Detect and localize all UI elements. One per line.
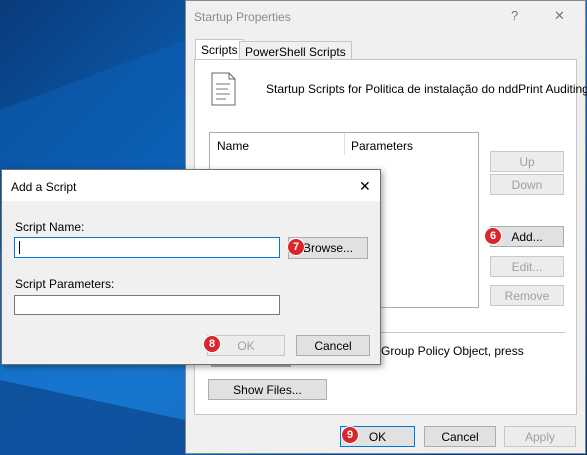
remove-button[interactable]: Remove: [490, 285, 564, 306]
step-badge-6: 6: [484, 227, 502, 245]
add-script-cancel-button[interactable]: Cancel: [296, 335, 370, 356]
script-name-input[interactable]: [14, 237, 280, 258]
column-header-parameters[interactable]: Parameters: [351, 139, 413, 153]
edit-button[interactable]: Edit...: [490, 256, 564, 277]
add-script-title: Add a Script: [11, 180, 77, 194]
help-button[interactable]: ?: [511, 8, 518, 23]
scripts-heading: Startup Scripts for Politica de instalaç…: [266, 82, 587, 96]
tab-powershell-scripts[interactable]: PowerShell Scripts: [239, 41, 352, 60]
column-divider: [344, 133, 345, 155]
info-text: Group Policy Object, press: [381, 344, 524, 358]
add-script-close-icon[interactable]: ✕: [359, 178, 371, 195]
add-script-dialog: Add a Script ✕ Script Name: Browse... Sc…: [1, 169, 381, 365]
script-parameters-label: Script Parameters:: [15, 277, 115, 291]
column-header-name[interactable]: Name: [217, 139, 249, 153]
text-cursor: [19, 241, 20, 254]
cancel-button[interactable]: Cancel: [424, 426, 496, 447]
script-name-label: Script Name:: [15, 220, 85, 234]
close-icon[interactable]: ✕: [554, 8, 565, 24]
script-parameters-input[interactable]: [14, 295, 280, 315]
tab-scripts-label: Scripts: [201, 43, 238, 57]
up-button[interactable]: Up: [490, 151, 564, 172]
tab-powershell-label: PowerShell Scripts: [245, 45, 346, 59]
apply-button[interactable]: Apply: [504, 426, 576, 447]
step-badge-7: 7: [287, 238, 305, 256]
step-badge-9: 9: [341, 426, 359, 444]
down-button[interactable]: Down: [490, 174, 564, 195]
show-files-button[interactable]: Show Files...: [208, 379, 327, 400]
tab-scripts[interactable]: Scripts: [195, 39, 244, 60]
script-icon: [210, 72, 236, 109]
step-badge-8: 8: [203, 335, 221, 353]
window-title: Startup Properties: [194, 10, 291, 24]
